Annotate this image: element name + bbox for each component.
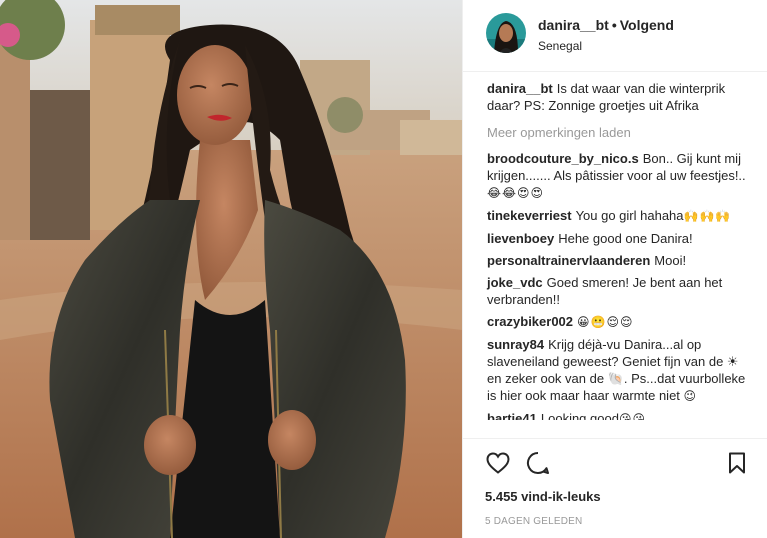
comment-item: joke_vdc Goed smeren! Je bent aan het ver…: [487, 274, 746, 308]
post-side-panel: danira__bt • Volgend Senegal danira__bt Is …: [462, 0, 767, 538]
comment-text: Looking good: [540, 411, 619, 420]
location-link[interactable]: Senegal: [538, 39, 674, 53]
heart-icon[interactable]: [485, 450, 511, 476]
comment-item: lievenboey Hehe good one Danira!: [487, 230, 746, 247]
comment-emoji: 😘😘: [618, 412, 646, 420]
post-header: danira__bt • Volgend Senegal: [463, 0, 767, 72]
comment-username[interactable]: lievenboey: [487, 231, 554, 246]
photo-illustration: [0, 0, 462, 538]
action-icons-row: [485, 448, 750, 478]
comments-list[interactable]: danira__bt Is dat waar van die winterprik…: [463, 80, 767, 438]
comment-item: tinekeverriest You go girl hahaha🙌🙌🙌: [487, 207, 746, 225]
comment-item: sunray84 Krijg déjà-vu Danira...al op sla…: [487, 336, 746, 405]
likes-count[interactable]: 5.455 vind-ik-leuks: [485, 489, 750, 504]
instagram-post: danira__bt • Volgend Senegal danira__bt Is …: [0, 0, 767, 538]
comment-username[interactable]: joke_vdc: [487, 275, 543, 290]
caption: danira__bt Is dat waar van die winterprik…: [487, 80, 746, 114]
load-more-comments-button[interactable]: Meer opmerkingen laden: [487, 124, 746, 141]
comment-emoji: 🙌🙌🙌: [683, 209, 732, 223]
header-text: danira__bt • Volgend Senegal: [538, 13, 674, 53]
comment-bubble-icon[interactable]: [525, 450, 551, 476]
header-line: danira__bt • Volgend: [538, 17, 674, 33]
comment-username[interactable]: tinekeverriest: [487, 208, 572, 223]
username-link[interactable]: danira__bt: [538, 17, 609, 33]
comment-item: broodcouture_by_nico.s Bon.. Gij kunt mij…: [487, 150, 746, 202]
comment-username[interactable]: sunray84: [487, 337, 544, 352]
comment-text: You go girl hahaha: [575, 208, 684, 223]
post-timestamp: 5 DAGEN GELEDEN: [485, 516, 583, 527]
bookmark-icon[interactable]: [724, 450, 750, 476]
comment-text: Hehe good one Danira!: [558, 231, 693, 246]
post-actions: 5.455 vind-ik-leuks 5 DAGEN GELEDEN: [463, 438, 767, 538]
comment-text: Mooi!: [654, 253, 687, 268]
comment-item-partial: bartje41 Looking good😘😘: [487, 410, 746, 420]
comment-item: crazybiker002 😀😬😌😌: [487, 313, 746, 331]
header-separator: •: [611, 17, 617, 33]
comment-emoji: 😀😬😌😌: [577, 315, 634, 329]
comment-emoji: 😉: [683, 389, 698, 403]
comment-item: personaltrainervlaanderen Mooi!: [487, 252, 746, 269]
caption-username[interactable]: danira__bt: [487, 81, 553, 96]
post-photo[interactable]: [0, 0, 462, 538]
comment-emoji: 😂😂😍😍: [487, 186, 545, 200]
comment-username[interactable]: crazybiker002: [487, 314, 573, 329]
follow-status-button[interactable]: Volgend: [620, 17, 674, 33]
comment-username[interactable]: bartje41: [487, 411, 537, 420]
comment-username[interactable]: broodcouture_by_nico.s: [487, 151, 639, 166]
comment-username[interactable]: personaltrainervlaanderen: [487, 253, 650, 268]
avatar[interactable]: [486, 13, 526, 53]
